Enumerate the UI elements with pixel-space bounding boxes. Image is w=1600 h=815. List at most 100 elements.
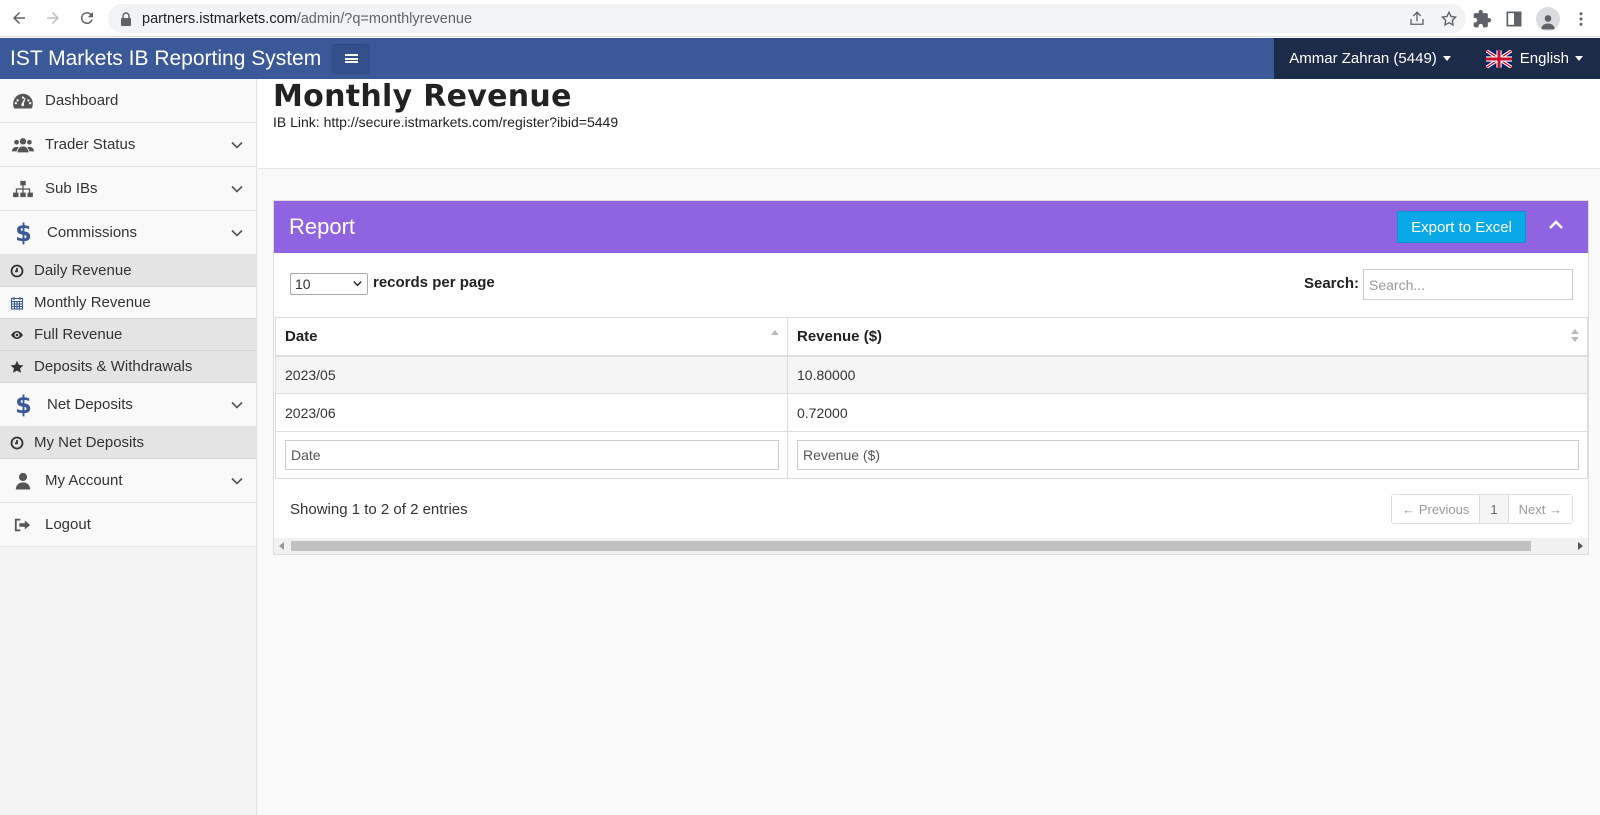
chevron-down-icon: [231, 401, 243, 409]
sidebar-item-my-account[interactable]: My Account: [0, 459, 256, 503]
language-menu[interactable]: English: [1465, 38, 1600, 79]
side-panel-icon[interactable]: [1504, 9, 1524, 29]
chevron-down-icon: [353, 281, 362, 287]
sidebar-subitem-daily-revenue[interactable]: Daily Revenue: [0, 255, 256, 287]
sidebar-item-dashboard[interactable]: Dashboard: [0, 79, 256, 123]
chevron-down-icon: [231, 229, 243, 237]
next-page-button[interactable]: Next →: [1508, 495, 1572, 523]
sidebar-subitem-full-revenue[interactable]: Full Revenue: [0, 319, 256, 351]
caret-down-icon: [1575, 56, 1583, 61]
filter-row: Date Revenue ($): [275, 431, 1588, 479]
url-path: /admin/?q=monthlyrevenue: [296, 10, 473, 27]
sidebar-subitem-my-net-deposits[interactable]: My Net Deposits: [0, 427, 256, 459]
sidebar-item-label: Net Deposits: [47, 396, 133, 413]
arrow-right-icon: [47, 12, 59, 24]
star-icon: [10, 360, 24, 373]
scrollbar-thumb[interactable]: [291, 541, 1531, 551]
lock-icon: [121, 11, 131, 26]
chevron-down-icon: [231, 185, 243, 193]
language-label: English: [1519, 50, 1569, 67]
sidebar: Dashboard Trader Status Sub IBs $ Commis…: [0, 79, 257, 815]
revenue-table: Date Revenue ($) 2023/05 10.80000 2023/0…: [275, 317, 1588, 479]
sidebar-toggle-button[interactable]: [332, 43, 370, 74]
pagination: ← Previous 1 Next →: [1391, 494, 1573, 524]
reload-button[interactable]: [70, 3, 104, 33]
url-host: partners.istmarkets.com: [142, 10, 297, 27]
chevron-up-icon[interactable]: [1548, 217, 1564, 233]
clock-icon: [10, 264, 24, 277]
brand-title[interactable]: IST Markets IB Reporting System: [0, 47, 332, 71]
reload-icon: [80, 12, 93, 25]
back-button[interactable]: [2, 3, 36, 33]
forward-button[interactable]: [36, 3, 70, 33]
sidebar-item-trader-status[interactable]: Trader Status: [0, 123, 256, 167]
sidebar-subitem-monthly-revenue[interactable]: Monthly Revenue: [0, 287, 256, 319]
sidebar-item-net-deposits[interactable]: $ Net Deposits: [0, 383, 256, 427]
sidebar-item-logout[interactable]: Logout: [0, 503, 256, 547]
column-header-revenue[interactable]: Revenue ($): [787, 317, 1588, 357]
page-header: Monthly Revenue IB Link: http://secure.i…: [258, 79, 1600, 169]
date-filter-input[interactable]: Date: [285, 440, 779, 470]
sidebar-item-sub-ibs[interactable]: Sub IBs: [0, 167, 256, 211]
extensions-icon[interactable]: [1472, 9, 1492, 29]
dollar-icon: $: [15, 218, 32, 247]
app-header: IST Markets IB Reporting System Ammar Za…: [0, 38, 1600, 79]
column-header-label: Revenue ($): [797, 327, 883, 345]
profile-avatar[interactable]: [1536, 6, 1560, 31]
sidebar-item-label: Sub IBs: [45, 180, 98, 197]
sidebar-subitem-label: My Net Deposits: [34, 434, 145, 451]
column-header-date[interactable]: Date: [275, 317, 788, 357]
hamburger-icon: [344, 53, 358, 65]
sidebar-subitem-label: Daily Revenue: [34, 262, 132, 279]
page-1-button[interactable]: 1: [1480, 495, 1509, 523]
cell-date: 2023/05: [275, 355, 788, 394]
page-title: Monthly Revenue: [273, 79, 572, 114]
dollar-icon: $: [15, 390, 32, 419]
share-icon[interactable]: [1408, 10, 1426, 28]
more-vert-icon[interactable]: [1572, 9, 1590, 29]
sidebar-item-label: My Account: [45, 472, 123, 489]
table-row: 2023/06 0.72000: [275, 393, 1588, 432]
sort-asc-icon: [771, 330, 779, 335]
sidebar-item-label: Commissions: [47, 224, 138, 241]
user-icon: [15, 472, 30, 490]
previous-page-button[interactable]: ← Previous: [1392, 495, 1481, 523]
cell-revenue: 0.72000: [787, 393, 1588, 432]
bookmark-star-icon[interactable]: [1440, 10, 1458, 28]
search-input[interactable]: Search...: [1363, 269, 1573, 300]
logout-icon: [14, 518, 30, 531]
calendar-icon: [10, 296, 24, 310]
page-length-select[interactable]: 10: [290, 273, 368, 295]
sidebar-subitem-deposits-withdrawals[interactable]: Deposits & Withdrawals: [0, 351, 256, 383]
browser-toolbar: partners.istmarkets.com/admin/?q=monthly…: [0, 0, 1600, 37]
sort-icon: [1571, 329, 1579, 343]
sidebar-item-commissions[interactable]: $ Commissions: [0, 211, 256, 255]
user-menu[interactable]: Ammar Zahran (5449): [1274, 38, 1466, 79]
user-name: Ammar Zahran (5449): [1289, 50, 1437, 67]
sidebar-subitem-label: Monthly Revenue: [34, 294, 151, 311]
sidebar-subitem-label: Deposits & Withdrawals: [34, 358, 193, 375]
chevron-down-icon: [231, 477, 243, 485]
revenue-filter-input[interactable]: Revenue ($): [797, 440, 1579, 470]
sidebar-subitem-label: Full Revenue: [34, 326, 123, 343]
export-excel-button[interactable]: Export to Excel: [1397, 211, 1526, 243]
report-panel: Report Export to Excel 10 records per pa…: [273, 200, 1589, 555]
uk-flag-icon: [1485, 49, 1512, 68]
address-bar[interactable]: partners.istmarkets.com/admin/?q=monthly…: [108, 4, 1466, 33]
sidebar-item-label: Trader Status: [45, 136, 136, 153]
dashboard-icon: [12, 93, 33, 109]
url-text: partners.istmarkets.com/admin/?q=monthly…: [142, 11, 472, 27]
page-length-label: records per page: [373, 274, 495, 291]
column-header-label: Date: [285, 327, 318, 345]
page-length-value: 10: [295, 276, 311, 292]
scroll-left-icon[interactable]: [279, 542, 284, 550]
cell-date: 2023/06: [275, 393, 788, 432]
sidebar-item-label: Logout: [45, 516, 91, 533]
eye-icon: [11, 330, 23, 339]
horizontal-scrollbar[interactable]: [274, 538, 1588, 554]
caret-down-icon: [1442, 56, 1451, 61]
ib-link: IB Link: http://secure.istmarkets.com/re…: [273, 114, 619, 130]
table-row: 2023/05 10.80000: [275, 355, 1588, 394]
clock-icon: [10, 436, 24, 449]
scroll-right-icon[interactable]: [1578, 542, 1583, 550]
